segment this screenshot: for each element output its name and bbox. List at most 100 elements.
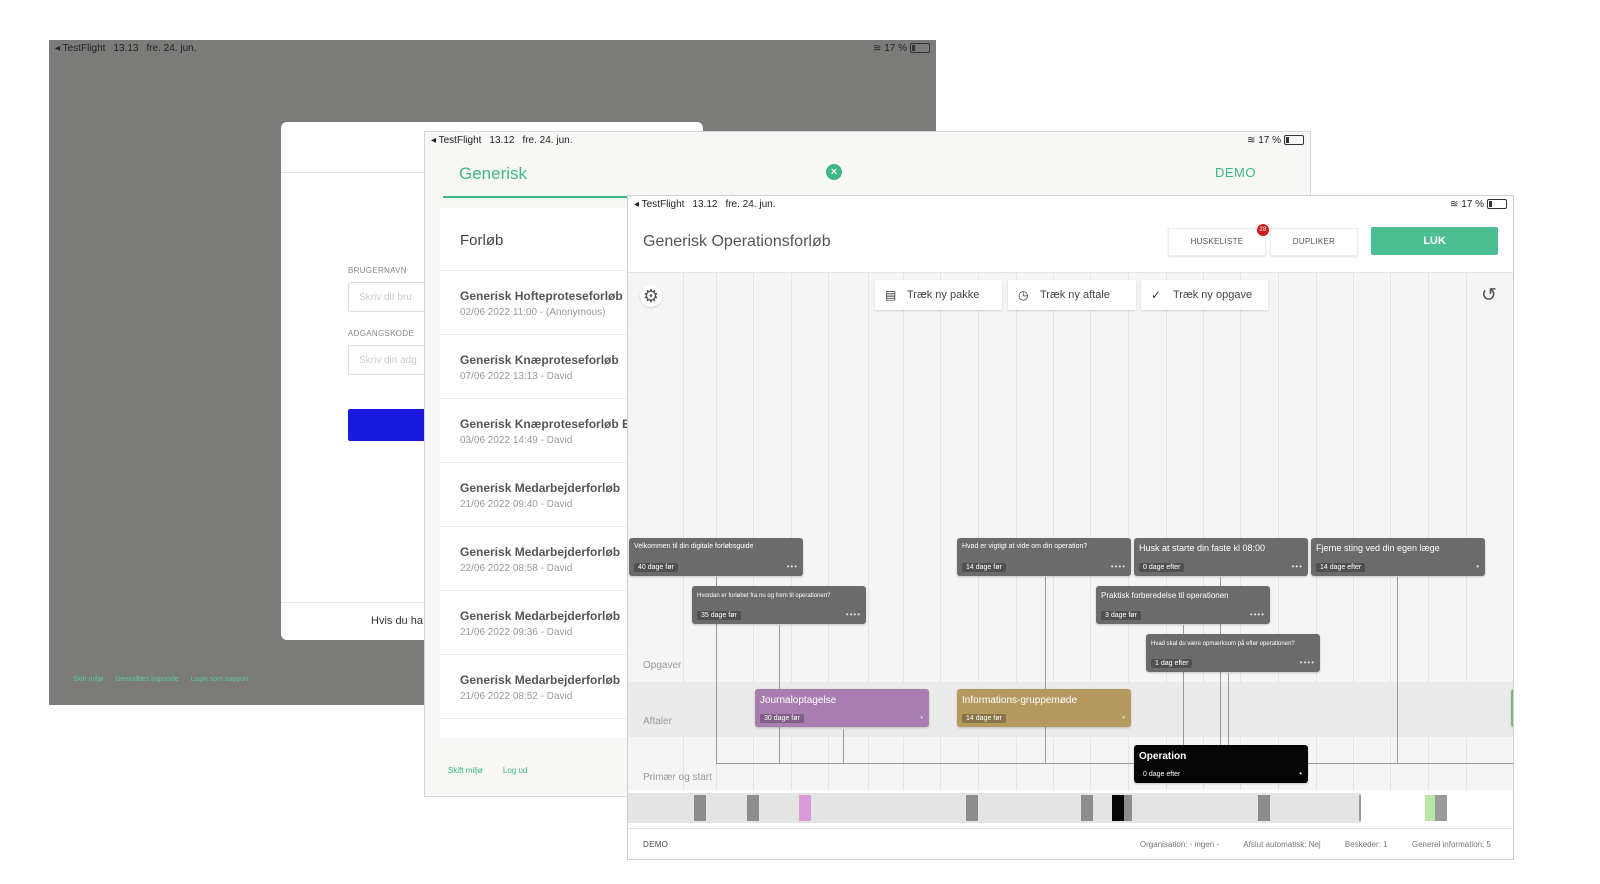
status-bar: ◂ TestFlight 13.12 fre. 24. jun. ≋ 17 % — [628, 196, 1513, 212]
task-card[interactable]: Husk at starte din faste kl 08:00 0 dage … — [1134, 538, 1308, 576]
status-time: 13.13 — [113, 43, 139, 54]
editor-header: Generisk Operationsforløb HUSKELISTE 28 … — [628, 212, 1513, 273]
lane-label-opgaver: Opgaver — [643, 660, 682, 671]
battery-icon — [1487, 199, 1507, 210]
primary-card[interactable]: Operation 0 dage efter • — [1134, 745, 1308, 783]
drag-package-button[interactable]: ▤ Træk ny pakke — [875, 280, 1002, 310]
gear-icon[interactable]: ⚙ — [640, 285, 662, 307]
clock-icon: ◷ — [1018, 288, 1029, 302]
editor-window: ◂ TestFlight 13.12 fre. 24. jun. ≋ 17 % Ge… — [627, 195, 1514, 860]
password-label: ADGANGSKODE — [348, 329, 414, 338]
status-time: 13.12 — [489, 135, 515, 146]
task-card[interactable]: Velkommen til din digitale forløbsguide 4… — [629, 538, 803, 576]
timeline-canvas[interactable]: ⚙ ↺ ▤ Træk ny pakke ◷ Træk ny aftale ✓ Træk… — [628, 273, 1513, 790]
task-card[interactable]: Hvad er vigtigt at vide om din operation… — [957, 538, 1131, 576]
switch-env-link[interactable]: Skift miljø — [448, 766, 483, 775]
editor-footer: DEMO Organisation: - ingen - Afslut auto… — [628, 828, 1513, 859]
minimap-marker — [1124, 795, 1132, 821]
drag-appointment-button[interactable]: ◷ Træk ny aftale — [1008, 280, 1136, 310]
close-circle-icon[interactable]: × — [826, 164, 842, 180]
minimap-marker — [1435, 795, 1447, 821]
appointment-when: 30 dage før — [760, 714, 804, 723]
notification-badge: 28 — [1257, 224, 1269, 236]
list-links: Skift miljø Log ud — [448, 766, 545, 775]
task-when: 14 dage efter — [1316, 563, 1366, 572]
minimap-marker — [1425, 795, 1435, 821]
minimap-marker — [1258, 795, 1270, 821]
general-info: Generel information: 5 — [1411, 840, 1491, 849]
battery-icon — [910, 43, 930, 54]
messages-info: Beskeder: 1 — [1344, 840, 1388, 849]
drag-task-button[interactable]: ✓ Træk ny opgave — [1141, 280, 1268, 310]
organisation-info: Organisation: - ingen - — [1139, 840, 1220, 849]
appointment-card[interactable]: Informations-gruppemøde 14 dage før • — [957, 689, 1131, 727]
minimap-marker — [694, 795, 706, 821]
appointment-when: 14 dage før — [962, 714, 1006, 723]
lane-label-aftaler: Aftaler — [643, 716, 672, 727]
lane-label-primaer: Primær og start — [643, 772, 712, 783]
task-title: Velkommen til din digitale forløbsguide — [634, 543, 754, 550]
wifi-icon: ≋ — [873, 43, 882, 54]
page-title: Generisk — [459, 164, 528, 183]
auto-close-info: Afslut automatisk: Nej — [1243, 840, 1321, 849]
task-when: 0 dage efter — [1139, 563, 1185, 572]
battery-percent: 17 % — [1258, 135, 1281, 146]
timeline-minimap[interactable] — [628, 793, 1361, 823]
battery-percent: 17 % — [884, 43, 907, 54]
task-when: 35 dage før — [697, 611, 741, 620]
minimap-marker — [1112, 795, 1124, 821]
status-bar: ◂ TestFlight 13.13 fre. 24. jun. ≋ 17 % — [49, 40, 936, 56]
status-bar: ◂ TestFlight 13.12 fre. 24. jun. ≋ 17 % — [425, 132, 1310, 148]
huskeliste-label: HUSKELISTE — [1190, 237, 1244, 246]
appointment-card[interactable]: Journaloptagelse 30 dage før • — [755, 689, 929, 727]
testflight-back-link[interactable]: ◂ TestFlight — [431, 135, 481, 146]
luk-button[interactable]: LUK — [1371, 227, 1498, 255]
dupliker-button[interactable]: DUPLIKER — [1270, 228, 1358, 256]
task-title: Hvad er vigtigt at vide om din operation… — [962, 543, 1088, 550]
env-label: DEMO — [643, 840, 669, 849]
reload-login-link[interactable]: Genindlæs loginside — [115, 676, 178, 683]
huskeliste-button[interactable]: HUSKELISTE 28 — [1168, 224, 1269, 256]
env-label: DEMO — [1215, 165, 1256, 180]
primary-when: 0 dage efter — [1139, 770, 1185, 779]
primary-title: Operation — [1139, 751, 1187, 762]
task-title: Husk at starte din faste kl 08:00 — [1139, 543, 1266, 553]
drag-task-label: Træk ny opgave — [1173, 289, 1253, 301]
page-title: Generisk Operationsforløb — [643, 233, 831, 250]
username-label: BRUGERNAVN — [348, 266, 407, 275]
task-card[interactable]: Hvordan er forløbet fra nu og frem til o… — [692, 586, 866, 624]
minimap-marker — [1081, 795, 1093, 821]
task-card[interactable]: Hvad skal du være opmærksom på efter ope… — [1146, 634, 1320, 672]
drag-package-label: Træk ny pakke — [907, 289, 980, 301]
status-date: fre. 24. jun. — [725, 199, 776, 210]
status-time: 13.12 — [692, 199, 718, 210]
appointment-card-partial[interactable] — [1511, 689, 1513, 727]
appointment-title: Journaloptagelse — [760, 695, 837, 706]
battery-percent: 17 % — [1461, 199, 1484, 210]
minimap-viewport-edge[interactable] — [1359, 795, 1361, 821]
task-when: 1 dag efter — [1151, 659, 1193, 668]
package-icon: ▤ — [885, 288, 897, 302]
login-links: Skift miljø Genindlæs loginside Login so… — [73, 676, 258, 683]
task-card[interactable]: Fjerne sting ved din egen læge 14 dage ef… — [1311, 538, 1485, 576]
switch-env-link[interactable]: Skift miljø — [73, 676, 103, 683]
minimap-marker — [799, 795, 811, 821]
testflight-back-link[interactable]: ◂ TestFlight — [55, 43, 105, 54]
footer-meta: Organisation: - ingen - Afslut automatis… — [1118, 840, 1491, 849]
task-title: Fjerne sting ved din egen læge — [1316, 543, 1440, 553]
task-title: Praktisk forberedelse til operationen — [1101, 591, 1229, 600]
status-date: fre. 24. jun. — [146, 43, 197, 54]
task-when: 40 dage før — [634, 563, 678, 572]
undo-icon[interactable]: ↺ — [1478, 285, 1500, 307]
login-support-link[interactable]: Login som support — [191, 676, 249, 683]
task-title: Hvad skal du være opmærksom på efter ope… — [1151, 641, 1295, 647]
task-title: Hvordan er forløbet fra nu og frem til o… — [697, 593, 831, 599]
status-date: fre. 24. jun. — [522, 135, 573, 146]
task-when: 3 dage før — [1101, 611, 1141, 620]
minimap-marker — [747, 795, 759, 821]
tab-underline — [443, 196, 633, 198]
logout-link[interactable]: Log ud — [503, 766, 527, 775]
testflight-back-link[interactable]: ◂ TestFlight — [634, 199, 684, 210]
task-card[interactable]: Praktisk forberedelse til operationen 3 d… — [1096, 586, 1270, 624]
check-icon: ✓ — [1151, 288, 1162, 302]
